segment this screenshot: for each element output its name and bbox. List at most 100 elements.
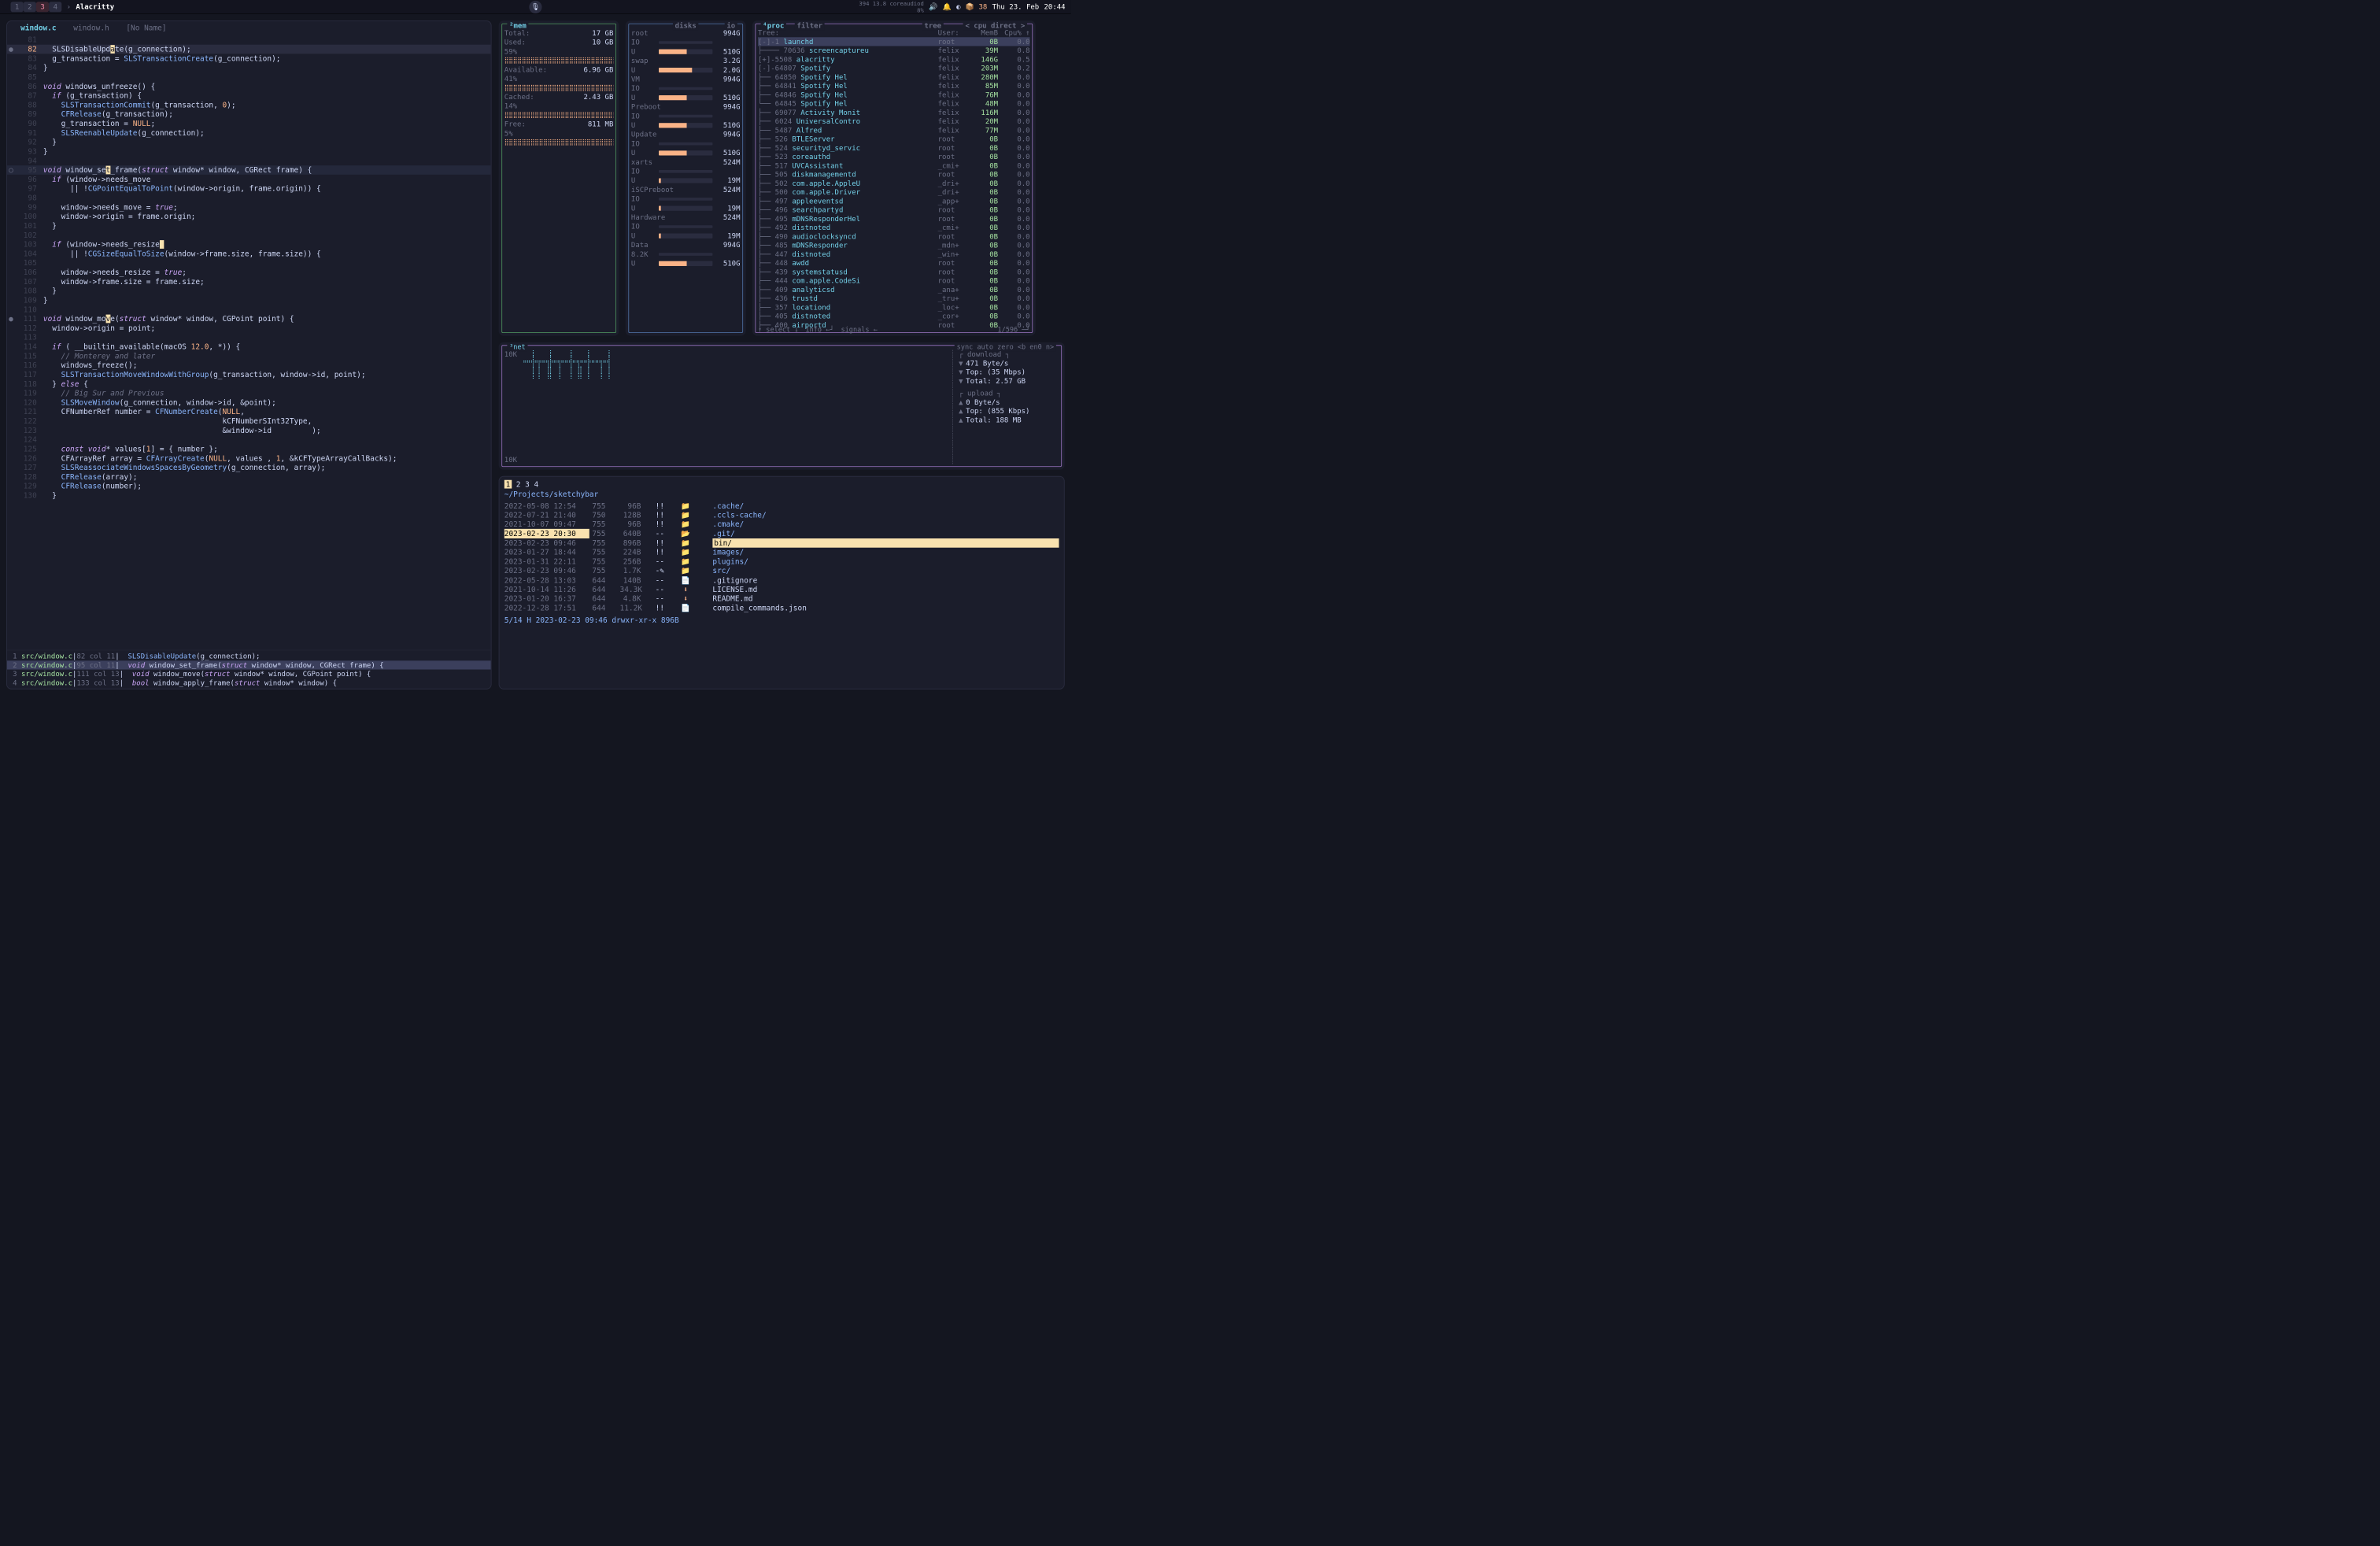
file-row[interactable]: 2022-07-21 21:40750128B!!📁.ccls-cache/ <box>504 510 1059 520</box>
code-line[interactable]: 104 || !CGSizeEqualToSize(window->frame.… <box>7 249 491 258</box>
code-line[interactable]: 109} <box>7 295 491 305</box>
proc-row[interactable]: ├── 497 appleeventsd_app+0B0.0 <box>758 197 1030 205</box>
code-line[interactable]: 83 g_transaction = SLSTransactionCreate(… <box>7 54 491 63</box>
editor-pane[interactable]: window.c window.h [No Name] 81●82 SLSDisab… <box>6 20 492 690</box>
code-line[interactable]: 114 if ( __builtin_available(macOS 12.0,… <box>7 342 491 351</box>
proc-row[interactable]: ├── 447 distnoted_win+0B0.0 <box>758 250 1030 258</box>
proc-row[interactable]: ├── 64850 Spotify Helfelix280M0.0 <box>758 72 1030 81</box>
code-line[interactable]: 108 } <box>7 287 491 296</box>
code-line[interactable]: 98 <box>7 193 491 202</box>
quickfix-item[interactable]: 1src/window.c|82 col 11| SLSDisableUpdat… <box>7 652 491 660</box>
brew-badge[interactable]: 📦 38 <box>966 2 987 11</box>
space-3[interactable]: 3 <box>36 2 49 12</box>
file-row[interactable]: 2023-01-27 18:44755224B!!📁images/ <box>504 548 1059 557</box>
code-line[interactable]: 96 if (window->needs_move <box>7 175 491 184</box>
proc-row[interactable]: ├── 405 distnoted_cor+0B0.0 <box>758 312 1030 320</box>
proc-row[interactable]: ├── 505 diskmanagementdroot0B0.0 <box>758 170 1030 179</box>
proc-box[interactable]: ⁴proc filter tree < cpu direct > Tree:Us… <box>752 20 1036 335</box>
code-line[interactable]: ●111void window_move(struct window* wind… <box>7 314 491 324</box>
code-line[interactable]: 93} <box>7 146 491 156</box>
code-line[interactable]: 120 SLSMoveWindow(g_connection, window->… <box>7 398 491 407</box>
code-line[interactable]: 105 <box>7 258 491 268</box>
file-row[interactable]: 2023-01-31 22:11755256B--📁plugins/ <box>504 557 1059 566</box>
code-line[interactable]: 89 CFRelease(g_transaction); <box>7 109 491 119</box>
code-line[interactable]: 91 SLSReenableUpdate(g_connection); <box>7 128 491 138</box>
quickfix-list[interactable]: 1src/window.c|82 col 11| SLSDisableUpdat… <box>7 650 491 689</box>
code-line[interactable]: ○95void window_set_frame(struct window* … <box>7 165 491 175</box>
proc-row[interactable]: ├── 69077 Activity Monitfelix116M0.0 <box>758 108 1030 117</box>
code-line[interactable]: 87 if (g_transaction) { <box>7 91 491 101</box>
code-line[interactable]: 130 } <box>7 490 491 500</box>
code-line[interactable]: 123 &window->id ); <box>7 426 491 435</box>
proc-row[interactable]: ├── 526 BTLEServerroot0B0.0 <box>758 135 1030 143</box>
code-line[interactable]: 88 SLSTransactionCommit(g_transaction, 0… <box>7 100 491 109</box>
proc-row[interactable]: ├── 436 trustd_tru+0B0.0 <box>758 294 1030 303</box>
proc-row[interactable]: └── 64845 Spotify Helfelix48M0.0 <box>758 99 1030 108</box>
code-line[interactable]: 97 || !CGPointEqualToPoint(window->origi… <box>7 184 491 194</box>
proc-row[interactable]: [-]-1 launchdroot0B0.0 <box>758 37 1030 46</box>
code-line[interactable]: 116 windows_freeze(); <box>7 361 491 370</box>
bell-icon[interactable]: 🔔 <box>943 2 952 11</box>
file-row[interactable]: 2022-12-28 17:5164411.2K!!📄compile_comma… <box>504 603 1059 612</box>
code-line[interactable]: 122 kCFNumberSInt32Type, <box>7 416 491 426</box>
proc-row[interactable]: ├── 448 awddroot0B0.0 <box>758 259 1030 268</box>
code-line[interactable]: 118 } else { <box>7 379 491 389</box>
proc-row[interactable]: ├── 6024 UniversalControfelix20M0.0 <box>758 117 1030 126</box>
code-line[interactable]: 100 window->origin = frame.origin; <box>7 212 491 221</box>
code-line[interactable]: 110 <box>7 305 491 314</box>
code-area[interactable]: 81●82 SLSDisableUpdate(g_connection);83 … <box>7 34 491 650</box>
proc-row[interactable]: ├── 502 com.apple.AppleU_dri+0B0.0 <box>758 179 1030 187</box>
proc-row[interactable]: ├── 64841 Spotify Helfelix85M0.0 <box>758 82 1030 91</box>
proc-row[interactable]: ├── 517 UVCAssistant_cmi+0B0.0 <box>758 161 1030 170</box>
proc-row[interactable]: ├──── 70636 screencaptureufelix39M0.8 <box>758 46 1030 55</box>
proc-row[interactable]: ├── 496 searchpartydroot0B0.0 <box>758 205 1030 214</box>
proc-row[interactable]: ├── 485 mDNSResponder_mdn+0B0.0 <box>758 241 1030 250</box>
proc-row[interactable]: ├── 492 distnoted_cmi+0B0.0 <box>758 224 1030 232</box>
quickfix-item[interactable]: 3src/window.c|111 col 13| void window_mo… <box>7 670 491 679</box>
proc-row[interactable]: ├── 357 locationd_loc+0B0.0 <box>758 303 1030 312</box>
code-line[interactable]: 129 CFRelease(number); <box>7 482 491 491</box>
code-line[interactable]: ●82 SLSDisableUpdate(g_connection); <box>7 44 491 54</box>
proc-row[interactable]: ├── 444 com.apple.CodeSiroot0B0.0 <box>758 276 1030 285</box>
tab-window-c[interactable]: window.c <box>18 24 57 33</box>
term-tabs[interactable]: 1 2 3 4 <box>504 479 1059 489</box>
proc-row[interactable]: ├── 409 analyticsd_ana+0B0.0 <box>758 285 1030 294</box>
file-row[interactable]: 2021-10-14 11:2664434.3K--⬇LICENSE.md <box>504 585 1059 594</box>
file-row[interactable]: 2021-10-07 09:4775596B!!📁.cmake/ <box>504 520 1059 529</box>
code-line[interactable]: 94 <box>7 156 491 165</box>
file-browser-pane[interactable]: 1 2 3 4 ~/Projects/sketchybar 2022-05-08… <box>499 476 1065 690</box>
code-line[interactable]: 121 CFNumberRef number = CFNumberCreate(… <box>7 407 491 416</box>
tab--No-Name-[interactable]: [No Name] <box>124 24 167 33</box>
code-line[interactable]: 85 <box>7 72 491 82</box>
code-line[interactable]: 81 <box>7 35 491 45</box>
proc-row[interactable]: ├── 64846 Spotify Helfelix76M0.0 <box>758 91 1030 99</box>
code-line[interactable]: 113 <box>7 333 491 342</box>
code-line[interactable]: 119 // Big Sur and Previous <box>7 389 491 398</box>
file-row[interactable]: 2022-05-08 12:5475596B!!📁.cache/ <box>504 501 1059 511</box>
proc-row[interactable]: ├── 523 coreauthdroot0B0.0 <box>758 153 1030 161</box>
mic-icon[interactable]: 🎙 <box>529 1 541 13</box>
code-line[interactable]: 107 window->frame.size = frame.size; <box>7 277 491 287</box>
dnd-icon[interactable]: ◐ <box>956 2 960 11</box>
space-2[interactable]: 2 <box>24 2 36 12</box>
code-line[interactable]: 84} <box>7 63 491 72</box>
quickfix-item[interactable]: 2src/window.c|95 col 11| void window_set… <box>7 660 491 669</box>
code-line[interactable]: 124 <box>7 435 491 445</box>
file-row[interactable]: 2023-02-23 09:467551.7K-✎📁src/ <box>504 566 1059 575</box>
code-line[interactable]: 125 const void* values[1] = { number }; <box>7 444 491 453</box>
proc-row[interactable]: ├── 500 com.apple.Driver_dri+0B0.0 <box>758 188 1030 197</box>
file-row[interactable]: 2023-01-20 16:376444.8K--⬇README.md <box>504 594 1059 604</box>
proc-row[interactable]: ├── 439 systemstatusdroot0B0.0 <box>758 268 1030 276</box>
space-1[interactable]: 1 <box>11 2 24 12</box>
code-line[interactable]: 103 if (window->needs_resize <box>7 240 491 250</box>
volume-icon[interactable]: 🔊 <box>929 2 937 11</box>
code-line[interactable]: 128 CFRelease(array); <box>7 472 491 482</box>
file-row[interactable]: 2023-02-23 09:46755896B!!📁bin/ <box>504 538 1059 548</box>
code-line[interactable]: 86void windows_unfreeze() { <box>7 82 491 91</box>
proc-row[interactable]: [+]-5508 alacrittyfelix146G0.5 <box>758 55 1030 64</box>
code-line[interactable]: 126 CFArrayRef array = CFArrayCreate(NUL… <box>7 453 491 463</box>
code-line[interactable]: 102 <box>7 231 491 240</box>
file-row[interactable]: 2023-02-23 20:30755640B--📂.git/ <box>504 529 1059 538</box>
tab-window-h[interactable]: window.h <box>71 24 109 33</box>
proc-row[interactable]: ├── 5487 Alfredfelix77M0.0 <box>758 126 1030 135</box>
